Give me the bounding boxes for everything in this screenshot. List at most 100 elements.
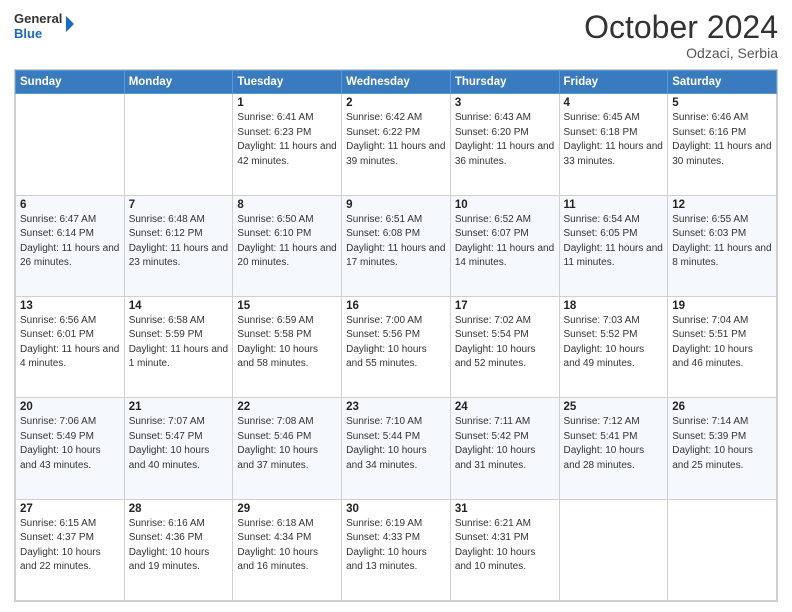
weekday-sunday: Sunday (16, 71, 125, 94)
day-number: 21 (129, 401, 229, 413)
calendar-cell: 18 Sunrise: 7:03 AM Sunset: 5:52 PM Dayli… (559, 296, 668, 397)
calendar-cell: 1Sunrise: 6:41 AM Sunset: 6:23 PM Daylig… (233, 94, 342, 195)
day-number: 20 (20, 401, 120, 413)
day-number: 16 (346, 300, 446, 312)
week-row-2: 6 Sunrise: 6:47 AM Sunset: 6:14 PM Daylig… (16, 195, 777, 296)
day-info: Sunrise: 7:02 AM Sunset: 5:54 PM Dayligh… (455, 314, 555, 372)
calendar-cell: 14 Sunrise: 6:58 AM Sunset: 5:59 PM Dayli… (124, 296, 233, 397)
day-info: Sunrise: 6:56 AM Sunset: 6:01 PM Dayligh… (20, 314, 120, 372)
calendar-cell: 20 Sunrise: 7:06 AM Sunset: 5:49 PM Dayli… (16, 398, 125, 499)
day-info: Sunrise: 6:15 AM Sunset: 4:37 PM Dayligh… (20, 517, 120, 575)
day-number: 23 (346, 401, 446, 413)
calendar-cell (16, 94, 125, 195)
day-info: Sunrise: 6:59 AM Sunset: 5:58 PM Dayligh… (237, 314, 337, 372)
calendar-cell: 15 Sunrise: 6:59 AM Sunset: 5:58 PM Dayli… (233, 296, 342, 397)
day-info: Sunrise: 6:52 AM Sunset: 6:07 PM Dayligh… (455, 213, 555, 271)
day-number: 28 (129, 503, 229, 515)
day-info: Sunrise: 6:19 AM Sunset: 4:33 PM Dayligh… (346, 517, 446, 575)
calendar-cell: 4Sunrise: 6:45 AM Sunset: 6:18 PM Daylig… (559, 94, 668, 195)
day-info: Sunrise: 6:41 AM Sunset: 6:23 PM Dayligh… (237, 111, 337, 169)
calendar-cell: 23 Sunrise: 7:10 AM Sunset: 5:44 PM Dayli… (342, 398, 451, 499)
calendar-cell: 9 Sunrise: 6:51 AM Sunset: 6:08 PM Daylig… (342, 195, 451, 296)
calendar-cell: 2 Sunrise: 6:42 AM Sunset: 6:22 PM Daylig… (342, 94, 451, 195)
day-number: 31 (455, 503, 555, 515)
subtitle: Odzaci, Serbia (584, 45, 778, 61)
weekday-tuesday: Tuesday (233, 71, 342, 94)
calendar-cell (668, 499, 777, 600)
calendar-header: SundayMondayTuesdayWednesdayThursdayFrid… (16, 71, 777, 94)
weekday-thursday: Thursday (450, 71, 559, 94)
day-number: 22 (237, 401, 337, 413)
calendar-cell: 25Sunrise: 7:12 AM Sunset: 5:41 PM Dayli… (559, 398, 668, 499)
calendar-cell: 24 Sunrise: 7:11 AM Sunset: 5:42 PM Dayli… (450, 398, 559, 499)
day-info: Sunrise: 6:18 AM Sunset: 4:34 PM Dayligh… (237, 517, 337, 575)
day-info: Sunrise: 6:42 AM Sunset: 6:22 PM Dayligh… (346, 111, 446, 169)
day-number: 15 (237, 300, 337, 312)
logo: General Blue (14, 10, 74, 46)
day-info: Sunrise: 7:11 AM Sunset: 5:42 PM Dayligh… (455, 415, 555, 473)
calendar-cell: 6 Sunrise: 6:47 AM Sunset: 6:14 PM Daylig… (16, 195, 125, 296)
calendar-cell: 17 Sunrise: 7:02 AM Sunset: 5:54 PM Dayli… (450, 296, 559, 397)
day-number: 25 (564, 401, 664, 413)
day-info: Sunrise: 7:07 AM Sunset: 5:47 PM Dayligh… (129, 415, 229, 473)
day-info: Sunrise: 7:03 AM Sunset: 5:52 PM Dayligh… (564, 314, 664, 372)
day-info: Sunrise: 6:51 AM Sunset: 6:08 PM Dayligh… (346, 213, 446, 271)
calendar-cell: 27Sunrise: 6:15 AM Sunset: 4:37 PM Dayli… (16, 499, 125, 600)
week-row-5: 27Sunrise: 6:15 AM Sunset: 4:37 PM Dayli… (16, 499, 777, 600)
calendar-cell: 11Sunrise: 6:54 AM Sunset: 6:05 PM Dayli… (559, 195, 668, 296)
calendar-cell: 16 Sunrise: 7:00 AM Sunset: 5:56 PM Dayli… (342, 296, 451, 397)
svg-text:General: General (14, 11, 62, 26)
calendar-cell: 26Sunrise: 7:14 AM Sunset: 5:39 PM Dayli… (668, 398, 777, 499)
day-number: 5 (672, 97, 772, 109)
day-number: 17 (455, 300, 555, 312)
day-number: 10 (455, 199, 555, 211)
calendar-cell (124, 94, 233, 195)
calendar-cell: 8 Sunrise: 6:50 AM Sunset: 6:10 PM Daylig… (233, 195, 342, 296)
day-number: 13 (20, 300, 120, 312)
day-info: Sunrise: 6:48 AM Sunset: 6:12 PM Dayligh… (129, 213, 229, 271)
calendar-cell: 5 Sunrise: 6:46 AM Sunset: 6:16 PM Daylig… (668, 94, 777, 195)
day-info: Sunrise: 6:58 AM Sunset: 5:59 PM Dayligh… (129, 314, 229, 372)
day-number: 9 (346, 199, 446, 211)
day-number: 24 (455, 401, 555, 413)
day-info: Sunrise: 6:55 AM Sunset: 6:03 PM Dayligh… (672, 213, 772, 271)
calendar-cell: 28Sunrise: 6:16 AM Sunset: 4:36 PM Dayli… (124, 499, 233, 600)
month-title: October 2024 (584, 10, 778, 45)
day-info: Sunrise: 7:14 AM Sunset: 5:39 PM Dayligh… (672, 415, 772, 473)
logo-svg: General Blue (14, 10, 74, 46)
day-info: Sunrise: 7:04 AM Sunset: 5:51 PM Dayligh… (672, 314, 772, 372)
weekday-friday: Friday (559, 71, 668, 94)
header: General Blue October 2024 Odzaci, Serbia (14, 10, 778, 61)
calendar-table: SundayMondayTuesdayWednesdayThursdayFrid… (15, 70, 777, 601)
day-info: Sunrise: 6:54 AM Sunset: 6:05 PM Dayligh… (564, 213, 664, 271)
day-info: Sunrise: 6:50 AM Sunset: 6:10 PM Dayligh… (237, 213, 337, 271)
calendar-cell: 19 Sunrise: 7:04 AM Sunset: 5:51 PM Dayli… (668, 296, 777, 397)
day-number: 6 (20, 199, 120, 211)
calendar-cell: 10 Sunrise: 6:52 AM Sunset: 6:07 PM Dayli… (450, 195, 559, 296)
day-number: 19 (672, 300, 772, 312)
day-number: 2 (346, 97, 446, 109)
day-info: Sunrise: 7:00 AM Sunset: 5:56 PM Dayligh… (346, 314, 446, 372)
day-number: 3 (455, 97, 555, 109)
day-info: Sunrise: 6:21 AM Sunset: 4:31 PM Dayligh… (455, 517, 555, 575)
day-info: Sunrise: 6:46 AM Sunset: 6:16 PM Dayligh… (672, 111, 772, 169)
day-number: 14 (129, 300, 229, 312)
calendar-cell: 7 Sunrise: 6:48 AM Sunset: 6:12 PM Daylig… (124, 195, 233, 296)
day-info: Sunrise: 7:06 AM Sunset: 5:49 PM Dayligh… (20, 415, 120, 473)
day-number: 8 (237, 199, 337, 211)
day-info: Sunrise: 6:47 AM Sunset: 6:14 PM Dayligh… (20, 213, 120, 271)
calendar-cell (559, 499, 668, 600)
calendar-cell: 3 Sunrise: 6:43 AM Sunset: 6:20 PM Daylig… (450, 94, 559, 195)
day-info: Sunrise: 7:10 AM Sunset: 5:44 PM Dayligh… (346, 415, 446, 473)
calendar-body: 1Sunrise: 6:41 AM Sunset: 6:23 PM Daylig… (16, 94, 777, 601)
day-number: 18 (564, 300, 664, 312)
page: General Blue October 2024 Odzaci, Serbia… (0, 0, 792, 612)
day-info: Sunrise: 7:08 AM Sunset: 5:46 PM Dayligh… (237, 415, 337, 473)
calendar-cell: 29Sunrise: 6:18 AM Sunset: 4:34 PM Dayli… (233, 499, 342, 600)
weekday-row: SundayMondayTuesdayWednesdayThursdayFrid… (16, 71, 777, 94)
calendar-cell: 13 Sunrise: 6:56 AM Sunset: 6:01 PM Dayli… (16, 296, 125, 397)
day-info: Sunrise: 6:43 AM Sunset: 6:20 PM Dayligh… (455, 111, 555, 169)
week-row-4: 20 Sunrise: 7:06 AM Sunset: 5:49 PM Dayli… (16, 398, 777, 499)
calendar-cell: 30Sunrise: 6:19 AM Sunset: 4:33 PM Dayli… (342, 499, 451, 600)
day-number: 7 (129, 199, 229, 211)
